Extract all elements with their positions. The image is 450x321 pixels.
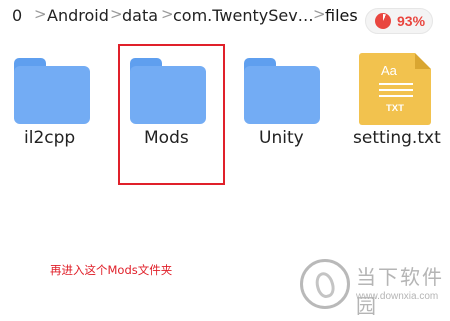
watermark-title: 当下软件园: [356, 265, 444, 318]
breadcrumb-item-root[interactable]: 0: [12, 6, 22, 25]
pie-chart-icon: [375, 13, 391, 29]
breadcrumb-item-files[interactable]: files: [325, 6, 358, 25]
chevron-right-icon: >: [110, 5, 123, 23]
watermark-logo-icon: [300, 259, 350, 309]
watermark: 当下软件园 www.downxia.com: [300, 255, 450, 318]
file-name-unity[interactable]: Unity: [259, 128, 304, 148]
chevron-right-icon: >: [34, 5, 47, 23]
storage-percent: 93%: [397, 13, 426, 29]
file-name-setting-txt[interactable]: setting.txt: [353, 128, 441, 148]
breadcrumb-item-android[interactable]: Android: [47, 6, 109, 25]
text-file-icon[interactable]: Aa TXT: [359, 53, 431, 125]
instruction-text: 再进入这个Mods文件夹: [50, 263, 173, 277]
text-file-icon-txt: TXT: [386, 103, 404, 114]
text-file-icon-aa: Aa: [381, 63, 397, 78]
file-name-il2cpp[interactable]: il2cpp: [24, 128, 75, 148]
breadcrumb-item-data[interactable]: data: [122, 6, 158, 25]
chevron-right-icon: >: [161, 5, 174, 23]
breadcrumb-item-package[interactable]: com.TwentySev…: [173, 6, 313, 25]
chevron-right-icon: >: [313, 5, 326, 23]
highlight-box: [118, 44, 225, 185]
watermark-url: www.downxia.com: [356, 291, 439, 302]
storage-usage-badge[interactable]: 93%: [365, 8, 433, 34]
